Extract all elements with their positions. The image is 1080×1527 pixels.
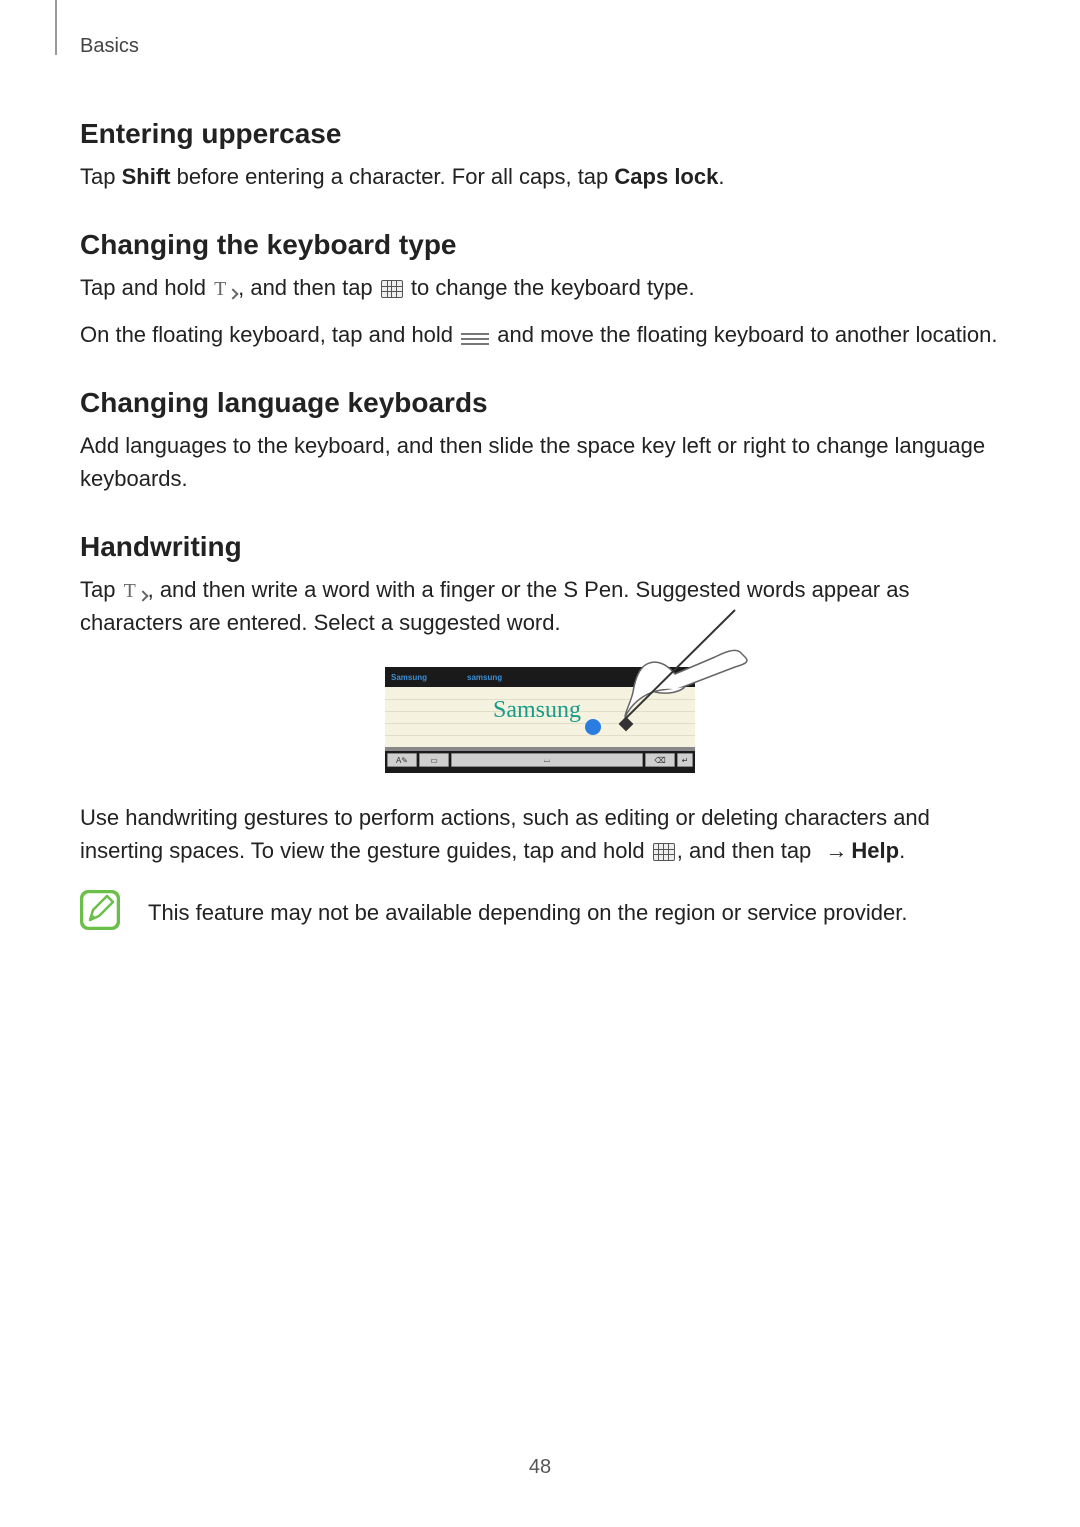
suggestion-bar: Samsung samsung xyxy=(385,667,695,687)
para-handwriting-1: Tap , and then write a word with a finge… xyxy=(80,573,1000,639)
keyboard-bottom-row: A✎ ▭ ⌴ ⌫ ↵ xyxy=(385,751,695,773)
para-lang: Add languages to the keyboard, and then … xyxy=(80,429,1000,495)
pen-tip-dot xyxy=(585,719,601,735)
text: , and then write a word with a finger or… xyxy=(80,577,909,635)
enter-key-icon: ↵ xyxy=(677,753,693,767)
heading-entering-uppercase: Entering uppercase xyxy=(80,118,1000,150)
para-kbtype-1: Tap and hold , and then tap to change th… xyxy=(80,271,1000,304)
keyboard-grid-icon xyxy=(653,843,675,861)
t-pen-icon xyxy=(214,276,236,298)
section-tag: Basics xyxy=(80,35,1000,58)
arrow-icon: → xyxy=(825,838,847,863)
backspace-key-icon: ⌫ xyxy=(645,753,675,767)
suggestion-word: samsung xyxy=(467,673,502,682)
text: . xyxy=(899,838,905,863)
space-key: ⌴ xyxy=(451,753,643,767)
capslock-label: Caps lock xyxy=(614,164,718,189)
para-kbtype-2: On the floating keyboard, tap and hold a… xyxy=(80,318,1000,351)
text: Tap and hold xyxy=(80,275,212,300)
shift-label: Shift xyxy=(122,164,171,189)
text: Tap xyxy=(80,164,122,189)
text: On the floating keyboard, tap and hold xyxy=(80,322,459,347)
text: Tap xyxy=(80,577,122,602)
mode-key: A✎ xyxy=(387,753,417,767)
suggestion-word: Samsung xyxy=(391,673,427,682)
note-text: This feature may not be available depend… xyxy=(148,890,907,929)
handwritten-text: Samsung xyxy=(493,697,581,724)
text: before entering a character. For all cap… xyxy=(170,164,614,189)
handwriting-figure: Samsung samsung Samsung A xyxy=(80,667,1000,773)
drag-handle-icon xyxy=(461,333,489,345)
t-pen-icon xyxy=(124,578,146,600)
heading-lang: Changing language keyboards xyxy=(80,387,1000,419)
writing-area: Samsung xyxy=(385,687,695,751)
para-uppercase: Tap Shift before entering a character. F… xyxy=(80,160,1000,193)
text: and move the floating keyboard to anothe… xyxy=(491,322,997,347)
heading-handwriting: Handwriting xyxy=(80,531,1000,563)
text: , and then tap xyxy=(677,838,818,863)
para-handwriting-2: Use handwriting gestures to perform acti… xyxy=(80,801,1000,870)
text: to change the keyboard type. xyxy=(405,275,695,300)
text: . xyxy=(718,164,724,189)
page-number: 48 xyxy=(0,1456,1080,1479)
help-label: Help xyxy=(851,838,899,863)
note-block: This feature may not be available depend… xyxy=(80,890,1000,930)
text: , and then tap xyxy=(238,275,379,300)
keyboard-key-icon: ▭ xyxy=(419,753,449,767)
note-pen-icon xyxy=(80,890,120,930)
keyboard-grid-icon xyxy=(381,280,403,298)
heading-kbtype: Changing the keyboard type xyxy=(80,229,1000,261)
